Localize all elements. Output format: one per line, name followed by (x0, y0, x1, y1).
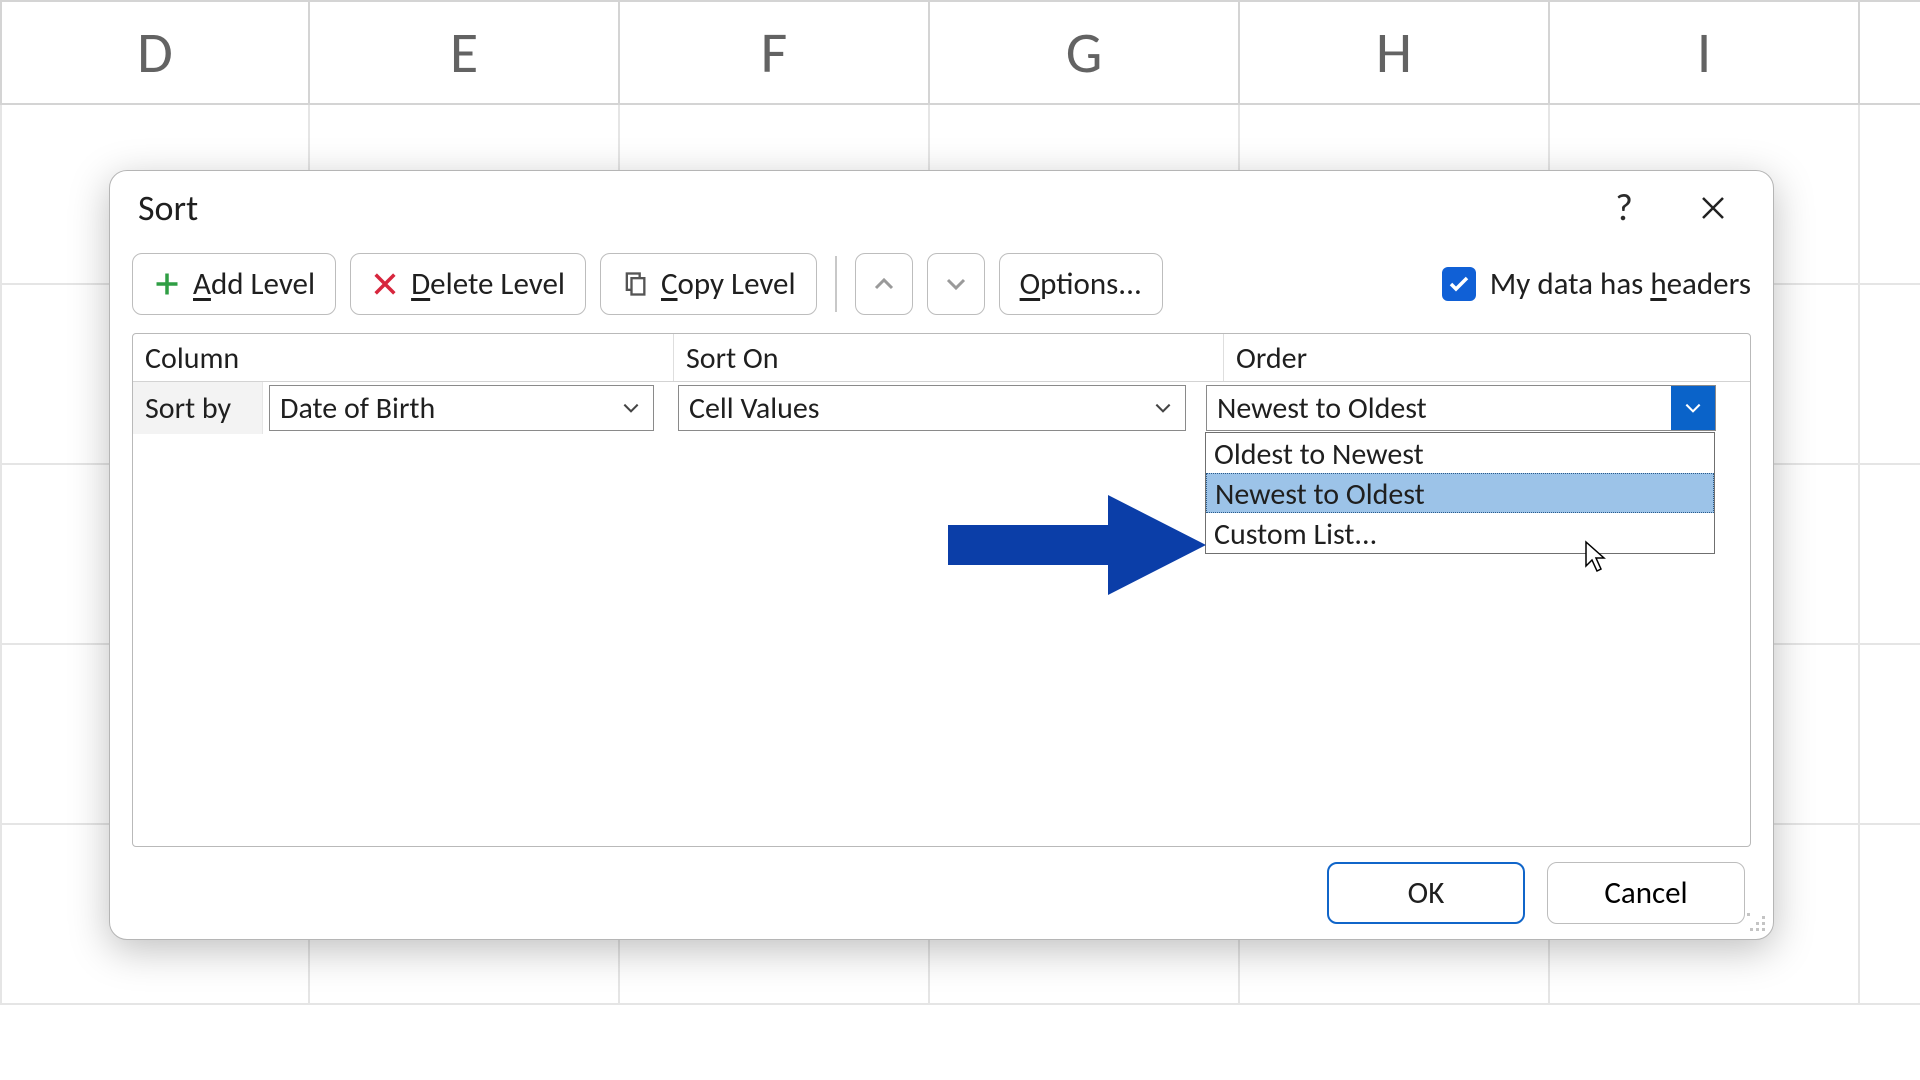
add-level-label-u: A (193, 265, 211, 303)
dialog-footer: OK Cancel (110, 847, 1773, 939)
close-button[interactable] (1681, 181, 1745, 235)
x-icon (371, 270, 399, 298)
help-button[interactable]: ? (1592, 181, 1656, 235)
sort-on-combo[interactable]: Cell Values (678, 385, 1186, 431)
add-level-label: dd Level (211, 265, 315, 303)
column-header[interactable]: F (620, 2, 930, 103)
order-option[interactable]: Newest to Oldest (1206, 473, 1714, 513)
chevron-up-icon (872, 272, 896, 296)
check-icon (1447, 272, 1471, 296)
cancel-button[interactable]: Cancel (1547, 862, 1745, 924)
column-header-sorton: Sort On (674, 334, 1224, 381)
order-combo[interactable]: Newest to Oldest Oldest to Newest Newest… (1206, 385, 1716, 431)
headers-checkbox[interactable] (1442, 267, 1476, 301)
move-up-button[interactable] (855, 253, 913, 315)
options-label: ptions... (1040, 265, 1142, 303)
close-icon (1698, 193, 1728, 223)
headers-checkbox-wrap[interactable]: My data has headers (1442, 265, 1751, 303)
order-combo-value: Newest to Oldest (1207, 390, 1671, 427)
copy-icon (621, 270, 649, 298)
sort-by-label: Sort by (133, 382, 263, 434)
copy-level-label-u: C (661, 265, 678, 303)
sort-on-combo-value: Cell Values (679, 390, 1141, 427)
column-header[interactable]: G (930, 2, 1240, 103)
chevron-down-icon (944, 272, 968, 296)
order-option[interactable]: Custom List... (1206, 513, 1714, 553)
column-header-order: Order (1224, 334, 1750, 381)
add-level-button[interactable]: Add Level (132, 253, 336, 315)
chevron-down-icon (1141, 386, 1185, 430)
order-option[interactable]: Oldest to Newest (1206, 433, 1714, 473)
toolbar: Add Level Delete Level Copy Level Option… (110, 245, 1773, 323)
headers-label: My data has headers (1490, 265, 1751, 303)
sort-dialog: Sort ? Add Level Delete Level Copy Level (109, 170, 1774, 940)
plus-icon (153, 270, 181, 298)
delete-level-label-u: D (411, 265, 430, 303)
column-header[interactable]: E (310, 2, 620, 103)
sort-levels-table: Column Sort On Order Sort by Date of Bir… (132, 333, 1751, 847)
ok-button[interactable]: OK (1327, 862, 1525, 924)
toolbar-separator (835, 256, 837, 312)
column-header-column: Column (133, 334, 674, 381)
dialog-title: Sort (138, 186, 1567, 230)
column-combo-value: Date of Birth (270, 390, 609, 427)
options-label-u: O (1020, 265, 1041, 303)
column-header[interactable]: I (1550, 2, 1860, 103)
move-down-button[interactable] (927, 253, 985, 315)
column-header[interactable]: H (1240, 2, 1550, 103)
column-header[interactable]: D (0, 2, 310, 103)
sort-level-row: Sort by Date of Birth Cell Values Newest… (133, 382, 1750, 434)
copy-level-label: opy Level (678, 265, 796, 303)
resize-grip[interactable] (1747, 913, 1767, 933)
chevron-down-icon (609, 386, 653, 430)
delete-level-button[interactable]: Delete Level (350, 253, 586, 315)
column-header-row: D E F G H I (0, 0, 1920, 105)
chevron-down-icon (1671, 386, 1715, 430)
table-header-row: Column Sort On Order (133, 334, 1750, 382)
column-combo[interactable]: Date of Birth (269, 385, 654, 431)
options-button[interactable]: Options... (999, 253, 1163, 315)
delete-level-label: elete Level (430, 265, 565, 303)
order-dropdown: Oldest to Newest Newest to Oldest Custom… (1205, 432, 1715, 554)
titlebar: Sort ? (110, 171, 1773, 245)
copy-level-button[interactable]: Copy Level (600, 253, 817, 315)
